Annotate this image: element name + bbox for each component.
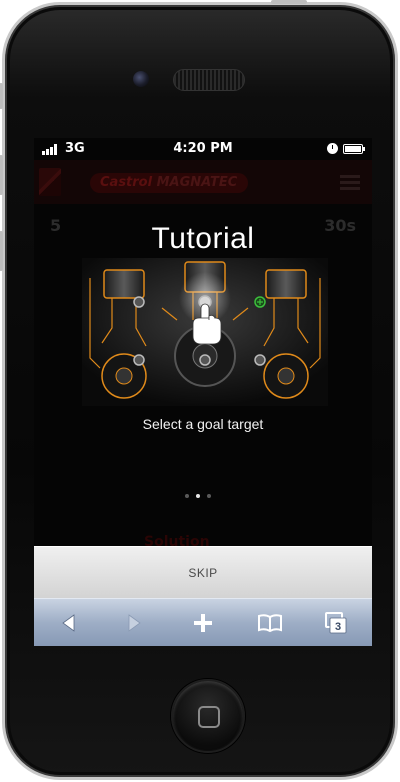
tabs-button[interactable]: 3 bbox=[310, 599, 360, 646]
page-dot-active bbox=[196, 494, 200, 498]
brand-name: Castrol bbox=[100, 175, 153, 190]
earpiece-speaker bbox=[173, 69, 245, 91]
screen: 3G 4:20 PM Castrol MAGNATEC 5 30s Tutori… bbox=[34, 138, 372, 646]
castrol-emblem-icon bbox=[39, 168, 61, 196]
sleep-button bbox=[271, 0, 307, 4]
bookmarks-button[interactable] bbox=[244, 599, 294, 646]
tutorial-caption: Select a goal target bbox=[142, 416, 264, 432]
volume-down-button bbox=[0, 231, 3, 271]
add-icon bbox=[194, 614, 212, 632]
page-indicator bbox=[185, 494, 221, 500]
forward-icon bbox=[128, 614, 141, 632]
page-dot bbox=[185, 494, 189, 498]
front-camera bbox=[133, 71, 149, 87]
alarm-clock-icon bbox=[327, 143, 338, 154]
status-time: 4:20 PM bbox=[173, 141, 233, 156]
mute-switch bbox=[0, 83, 3, 109]
tutorial-title: Tutorial bbox=[151, 222, 255, 255]
bookmarks-icon bbox=[258, 614, 282, 633]
brand-logo: Castrol MAGNATEC bbox=[90, 173, 248, 193]
home-square-icon bbox=[198, 706, 220, 728]
add-button[interactable] bbox=[178, 599, 228, 646]
tabs-count: 3 bbox=[335, 621, 341, 633]
engine-illustration bbox=[82, 258, 328, 406]
forward-button[interactable] bbox=[109, 599, 159, 646]
back-button[interactable] bbox=[44, 599, 94, 646]
home-button[interactable] bbox=[171, 679, 245, 753]
page-dot bbox=[207, 494, 211, 498]
app-view: Castrol MAGNATEC 5 30s Tutorial Select a… bbox=[34, 160, 372, 550]
skip-button[interactable]: SKIP bbox=[34, 546, 372, 598]
status-bar: 3G 4:20 PM bbox=[34, 138, 372, 160]
volume-up-button bbox=[0, 155, 3, 195]
tabs-icon: 3 bbox=[325, 612, 347, 634]
brand-product: MAGNATEC bbox=[156, 175, 238, 190]
battery-icon bbox=[343, 144, 365, 154]
menu-icon[interactable] bbox=[340, 175, 360, 190]
back-icon bbox=[62, 614, 75, 632]
app-header: Castrol MAGNATEC bbox=[34, 160, 372, 204]
browser-toolbar: 3 bbox=[34, 598, 372, 646]
